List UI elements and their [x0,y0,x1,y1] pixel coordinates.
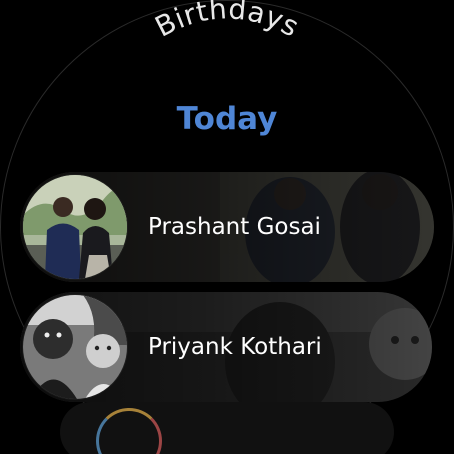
watch-screen: Birthdays Today Prashant Gosai Priyank K… [0,0,454,454]
svg-text:Birthdays: Birthdays [150,0,305,44]
contact-chip[interactable]: Priyank Kothari [20,292,432,402]
contact-name: Prashant Gosai [148,214,321,240]
contact-chip[interactable]: Prashant Gosai [20,172,434,282]
app-title-text: Birthdays [150,0,304,44]
contact-avatar [23,295,127,399]
contact-name: Priyank Kothari [148,334,322,360]
contact-avatar [23,175,127,279]
section-header-today: Today [176,101,278,137]
